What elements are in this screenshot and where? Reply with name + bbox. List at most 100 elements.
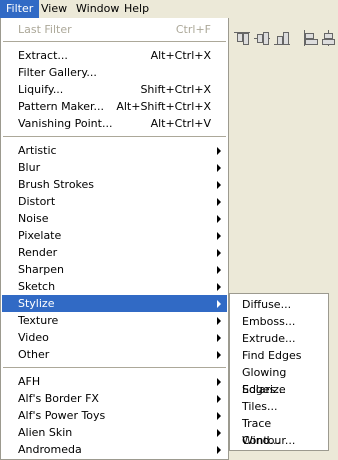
menu-item-label: Extract... <box>18 49 68 62</box>
menu-item-label: Other <box>18 348 50 361</box>
submenu-item-label: Solarize <box>242 383 286 396</box>
menu-item-noise[interactable]: Noise <box>2 210 227 227</box>
menu-item-shortcut: Ctrl+F <box>175 23 211 36</box>
menu-item-label: Artistic <box>18 144 57 157</box>
submenu-item-extrude[interactable]: Extrude... <box>231 330 327 347</box>
filter-menu: Last Filter Ctrl+F Extract... Alt+Ctrl+X… <box>0 18 229 460</box>
options-toolbar <box>232 26 338 54</box>
submenu-item-diffuse[interactable]: Diffuse... <box>231 296 327 313</box>
menu-item-afh[interactable]: AFH <box>2 373 227 390</box>
menu-item-shortcut: Alt+Ctrl+V <box>150 117 211 130</box>
menu-bar: Filter View Window Help <box>0 0 338 18</box>
menu-item-blur[interactable]: Blur <box>2 159 227 176</box>
submenu-arrow-icon <box>217 429 221 437</box>
menu-item-label: Noise <box>18 212 49 225</box>
align-bottom-icon[interactable] <box>274 30 292 46</box>
submenu-arrow-icon <box>217 395 221 403</box>
align-hcenter-icon[interactable] <box>320 30 338 46</box>
menu-item-distort[interactable]: Distort <box>2 193 227 210</box>
menu-item-texture[interactable]: Texture <box>2 312 227 329</box>
submenu-item-wind[interactable]: Wind... <box>231 432 327 449</box>
menu-item-artistic[interactable]: Artistic <box>2 142 227 159</box>
submenu-item-label: Find Edges <box>242 349 302 362</box>
menu-item-label: Filter Gallery... <box>18 66 97 79</box>
menu-item-label: Render <box>18 246 58 259</box>
menu-item-label: Video <box>18 331 49 344</box>
align-vcenter-icon[interactable] <box>254 30 272 46</box>
submenu-arrow-icon <box>217 283 221 291</box>
menu-item-stylize[interactable]: Stylize <box>2 295 227 312</box>
menu-item-label: Alf's Border FX <box>18 392 99 405</box>
menu-item-andromeda[interactable]: Andromeda <box>2 441 227 458</box>
submenu-arrow-icon <box>217 249 221 257</box>
menu-item-brush-strokes[interactable]: Brush Strokes <box>2 176 227 193</box>
submenu-item-label: Diffuse... <box>242 298 292 311</box>
menu-item-label: Alien Skin <box>18 426 73 439</box>
submenu-arrow-icon <box>217 412 221 420</box>
menu-item-shortcut: Alt+Shift+Ctrl+X <box>116 100 211 113</box>
submenu-item-tiles[interactable]: Tiles... <box>231 398 327 415</box>
submenu-arrow-icon <box>217 198 221 206</box>
menu-item-shortcut: Alt+Ctrl+X <box>150 49 211 62</box>
menu-item-sharpen[interactable]: Sharpen <box>2 261 227 278</box>
menu-item-extract[interactable]: Extract... Alt+Ctrl+X <box>2 47 227 64</box>
menu-item-alien-skin[interactable]: Alien Skin <box>2 424 227 441</box>
menu-item-sketch[interactable]: Sketch <box>2 278 227 295</box>
menu-item-label: AFH <box>18 375 41 388</box>
menu-item-label: Liquify... <box>18 83 64 96</box>
menu-item-pixelate[interactable]: Pixelate <box>2 227 227 244</box>
submenu-arrow-icon <box>217 147 221 155</box>
submenu-item-label: Extrude... <box>242 332 296 345</box>
submenu-item-emboss[interactable]: Emboss... <box>231 313 327 330</box>
menu-item-label: Last Filter <box>18 23 72 36</box>
menu-item-last-filter: Last Filter Ctrl+F <box>2 21 227 38</box>
menu-item-label: Pattern Maker... <box>18 100 105 113</box>
menu-item-label: Stylize <box>18 297 55 310</box>
menu-help[interactable]: Help <box>118 0 155 18</box>
menu-separator <box>3 41 226 42</box>
align-top-icon[interactable] <box>234 30 252 46</box>
submenu-arrow-icon <box>217 266 221 274</box>
submenu-arrow-icon <box>217 164 221 172</box>
menu-item-label: Vanishing Point... <box>18 117 113 130</box>
menu-item-other[interactable]: Other <box>2 346 227 363</box>
menu-item-label: Blur <box>18 161 41 174</box>
menu-filter[interactable]: Filter <box>0 0 40 18</box>
submenu-item-label: Wind... <box>242 434 281 447</box>
submenu-item-glowing-edges[interactable]: Glowing Edges... <box>231 364 327 396</box>
submenu-arrow-icon <box>217 378 221 386</box>
menu-item-vanishing-point[interactable]: Vanishing Point... Alt+Ctrl+V <box>2 115 227 132</box>
menu-view[interactable]: View <box>35 0 73 18</box>
menu-item-liquify[interactable]: Liquify... Shift+Ctrl+X <box>2 81 227 98</box>
menu-item-filter-gallery[interactable]: Filter Gallery... <box>2 64 227 81</box>
menu-separator <box>3 367 226 368</box>
align-left-icon[interactable] <box>302 30 320 46</box>
menu-item-label: Pixelate <box>18 229 62 242</box>
menu-item-shortcut: Shift+Ctrl+X <box>140 83 211 96</box>
submenu-item-find-edges[interactable]: Find Edges <box>231 347 327 364</box>
menu-separator <box>3 136 226 137</box>
menu-item-alfs-power-toys[interactable]: Alf's Power Toys <box>2 407 227 424</box>
menu-item-label: Sketch <box>18 280 56 293</box>
submenu-arrow-icon <box>217 232 221 240</box>
menu-item-video[interactable]: Video <box>2 329 227 346</box>
menu-item-label: Andromeda <box>18 443 82 456</box>
submenu-arrow-icon <box>217 351 221 359</box>
submenu-item-trace-contour[interactable]: Trace Contour... <box>231 415 327 447</box>
menu-item-alfs-border-fx[interactable]: Alf's Border FX <box>2 390 227 407</box>
submenu-arrow-icon <box>217 334 221 342</box>
menu-item-label: Distort <box>18 195 56 208</box>
menu-item-render[interactable]: Render <box>2 244 227 261</box>
submenu-arrow-icon <box>217 317 221 325</box>
submenu-arrow-icon <box>217 181 221 189</box>
submenu-item-solarize[interactable]: Solarize <box>231 381 327 398</box>
submenu-arrow-icon <box>217 300 221 308</box>
menu-item-pattern-maker[interactable]: Pattern Maker... Alt+Shift+Ctrl+X <box>2 98 227 115</box>
menu-item-label: Brush Strokes <box>18 178 95 191</box>
submenu-arrow-icon <box>217 446 221 454</box>
submenu-item-label: Tiles... <box>242 400 278 413</box>
stylize-submenu: Diffuse... Emboss... Extrude... Find Edg… <box>229 293 329 451</box>
menu-item-label: Alf's Power Toys <box>18 409 106 422</box>
menu-item-label: Texture <box>18 314 59 327</box>
menu-item-label: Sharpen <box>18 263 64 276</box>
